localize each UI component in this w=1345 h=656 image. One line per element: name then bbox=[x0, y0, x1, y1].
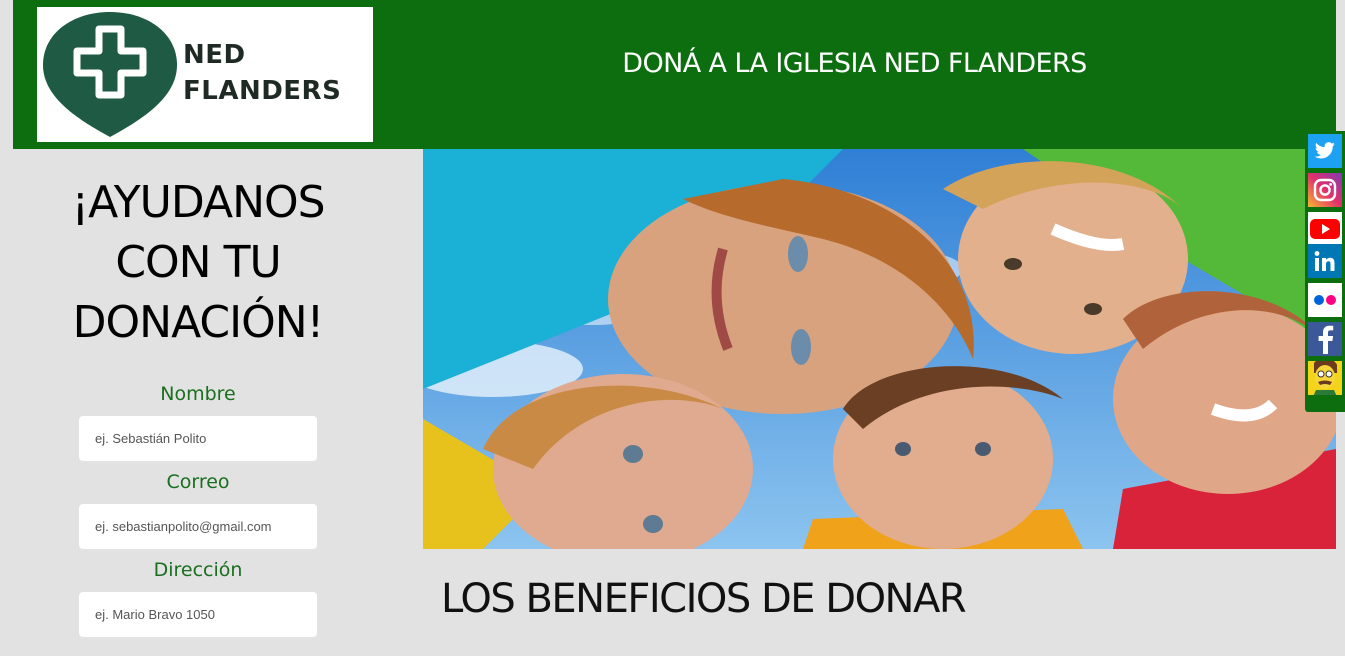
logo-line-1: NED bbox=[183, 40, 246, 70]
youtube-icon[interactable] bbox=[1308, 212, 1342, 246]
benefits-title: LOS BENEFICIOS DE DONAR bbox=[441, 576, 967, 622]
social-sidebar bbox=[1305, 131, 1345, 412]
hero-image bbox=[423, 149, 1336, 549]
donation-form: ¡AYUDANOS CON TU DONACIÓN! Nombre Correo… bbox=[13, 149, 423, 656]
headline-line-2: CON TU bbox=[115, 237, 281, 288]
children-photo bbox=[423, 149, 1336, 549]
logo[interactable]: NED FLANDERS bbox=[37, 7, 373, 142]
twitter-icon[interactable] bbox=[1308, 134, 1342, 168]
address-input[interactable] bbox=[79, 592, 317, 637]
name-label: Nombre bbox=[160, 383, 236, 405]
header-title: DONÁ A LA IGLESIA NED FLANDERS bbox=[622, 48, 1087, 79]
email-input[interactable] bbox=[79, 504, 317, 549]
ned-avatar-icon[interactable] bbox=[1308, 361, 1342, 395]
flickr-icon[interactable] bbox=[1308, 283, 1342, 317]
logo-text: NED FLANDERS bbox=[183, 37, 341, 109]
logo-line-2: FLANDERS bbox=[183, 76, 342, 106]
address-label: Dirección bbox=[153, 559, 243, 581]
name-input[interactable] bbox=[79, 416, 317, 461]
instagram-icon[interactable] bbox=[1308, 173, 1342, 207]
headline-line-1: ¡AYUDANOS bbox=[71, 177, 325, 228]
facebook-icon[interactable] bbox=[1308, 322, 1342, 356]
donation-headline: ¡AYUDANOS CON TU DONACIÓN! bbox=[13, 173, 383, 353]
email-label: Correo bbox=[166, 471, 230, 493]
headline-line-3: DONACIÓN! bbox=[72, 297, 325, 348]
linkedin-icon[interactable] bbox=[1308, 244, 1342, 278]
site-header: NED FLANDERS DONÁ A LA IGLESIA NED FLAND… bbox=[13, 0, 1336, 149]
